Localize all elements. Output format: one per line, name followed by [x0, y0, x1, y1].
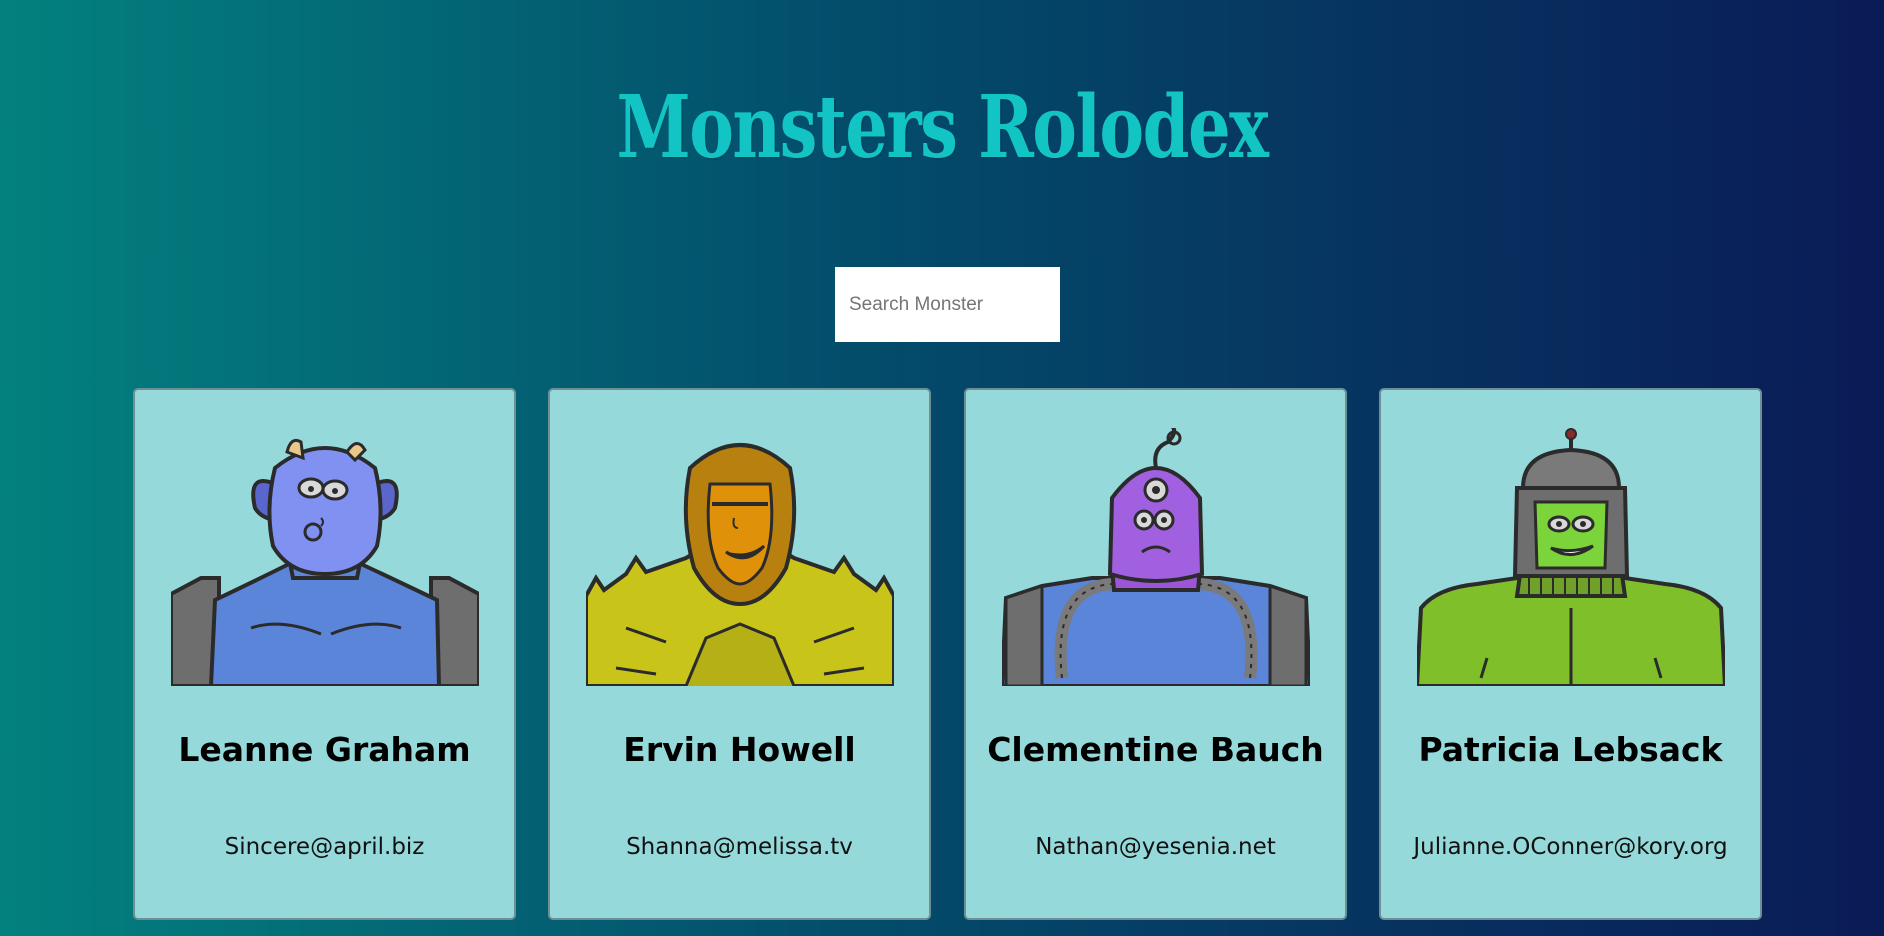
- monster-card[interactable]: Clementine Bauch Nathan@yesenia.net: [964, 388, 1347, 920]
- monster-card[interactable]: Patricia Lebsack Julianne.OConner@kory.o…: [1379, 388, 1762, 920]
- monster-name: Ervin Howell: [623, 730, 856, 769]
- monster-name: Patricia Lebsack: [1418, 730, 1723, 769]
- monster-email: Nathan@yesenia.net: [1035, 834, 1276, 860]
- monster-name: Clementine Bauch: [987, 730, 1324, 769]
- search-input[interactable]: [835, 267, 1060, 342]
- monster-email: Shanna@melissa.tv: [626, 834, 853, 860]
- monster-card[interactable]: Ervin Howell Shanna@melissa.tv: [548, 388, 931, 920]
- page-title: Monsters Rolodex: [616, 77, 1270, 178]
- blue-horned-monster-avatar: [171, 438, 479, 686]
- green-robot-monster-avatar: [1417, 428, 1725, 686]
- monster-name: Leanne Graham: [178, 730, 471, 769]
- monster-card[interactable]: Leanne Graham Sincere@april.biz: [133, 388, 516, 920]
- purple-cyclops-monster-avatar: [1002, 428, 1310, 686]
- monster-email: Julianne.OConner@kory.org: [1413, 834, 1728, 860]
- orange-hooded-monster-avatar: [586, 443, 894, 686]
- monster-email: Sincere@april.biz: [224, 834, 425, 860]
